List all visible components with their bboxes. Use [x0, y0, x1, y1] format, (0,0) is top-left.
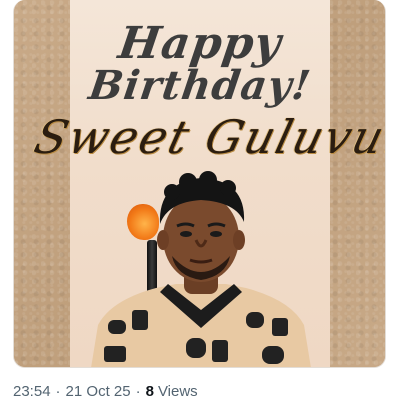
hair-curl-3: [199, 171, 217, 189]
sweater-pattern-6: [212, 340, 228, 362]
hair-curl-4: [220, 180, 236, 196]
ear-left: [157, 230, 169, 250]
post-time[interactable]: 23:54: [13, 383, 51, 400]
sweater-pattern-8: [262, 346, 284, 364]
views-label[interactable]: Views: [158, 383, 198, 400]
views-count[interactable]: 8: [146, 383, 154, 400]
hair-curl-2: [179, 173, 197, 191]
post-date[interactable]: 21 Oct 25: [66, 383, 131, 400]
sweater-pattern-7: [104, 346, 126, 362]
post-media-image[interactable]: Happy Birthday! Sweet Guluvu.: [13, 0, 386, 368]
sweater-pattern-5: [186, 338, 206, 358]
meta-separator: ·: [135, 382, 141, 400]
face: [163, 194, 239, 282]
sweater-pattern-3: [246, 312, 264, 328]
eye-right: [210, 231, 222, 237]
sweater-pattern-4: [272, 318, 288, 336]
hair-curl-1: [164, 184, 180, 200]
meta-separator: ·: [55, 382, 61, 400]
eye-left: [180, 231, 192, 237]
sweater-pattern-2: [132, 310, 148, 330]
post-meta: 23:54 · 21 Oct 25 · 8 Views: [13, 381, 198, 401]
greeting-birthday: Birthday!: [86, 62, 314, 109]
sweater-pattern-1: [108, 320, 126, 334]
person-portrait: [91, 171, 311, 367]
ear-right: [233, 230, 245, 250]
greeting-name: Sweet Guluvu.: [29, 110, 386, 164]
